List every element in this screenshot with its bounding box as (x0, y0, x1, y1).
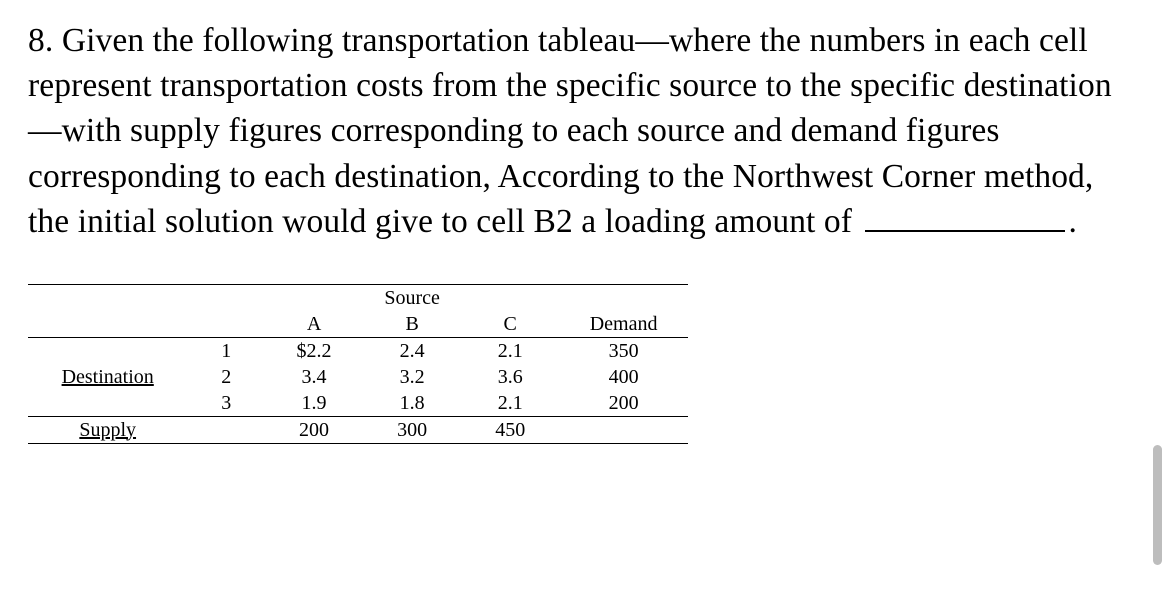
cell-b3: 1.8 (363, 390, 461, 417)
supply-row: Supply 200 300 450 (28, 417, 688, 444)
cell-a2: 3.4 (265, 364, 363, 390)
supply-b: 300 (363, 417, 461, 444)
cell-b2: 3.2 (363, 364, 461, 390)
question-text: 8. Given the following transportation ta… (28, 18, 1142, 244)
tableau-table: Source A B C Demand 1 $2.2 2.4 2.1 350 (28, 284, 688, 444)
supply-label: Supply (28, 417, 187, 444)
table-row: 1 $2.2 2.4 2.1 350 (28, 338, 688, 365)
cell-c3: 2.1 (461, 390, 559, 417)
source-header: Source (363, 285, 461, 312)
page: 8. Given the following transportation ta… (0, 0, 1170, 607)
destination-label: Destination (28, 364, 187, 390)
row-id: 3 (187, 390, 265, 417)
source-header-row: Source (28, 285, 688, 312)
table-row: 3 1.9 1.8 2.1 200 (28, 390, 688, 417)
answer-blank[interactable] (865, 230, 1065, 232)
demand-2: 400 (559, 364, 688, 390)
col-header-c: C (461, 311, 559, 338)
cell-a1: $2.2 (265, 338, 363, 365)
cell-c2: 3.6 (461, 364, 559, 390)
cell-b1: 2.4 (363, 338, 461, 365)
supply-c: 450 (461, 417, 559, 444)
demand-3: 200 (559, 390, 688, 417)
transportation-tableau: Source A B C Demand 1 $2.2 2.4 2.1 350 (28, 284, 688, 444)
cell-c1: 2.1 (461, 338, 559, 365)
col-header-a: A (265, 311, 363, 338)
column-headers-row: A B C Demand (28, 311, 688, 338)
scrollbar-thumb[interactable] (1153, 445, 1162, 565)
col-header-b: B (363, 311, 461, 338)
question-body: Given the following transportation table… (28, 22, 1112, 240)
row-id: 2 (187, 364, 265, 390)
trailing-period: . (1069, 203, 1077, 240)
cell-a3: 1.9 (265, 390, 363, 417)
supply-a: 200 (265, 417, 363, 444)
demand-header: Demand (559, 311, 688, 338)
demand-1: 350 (559, 338, 688, 365)
question-number: 8. (28, 22, 53, 59)
row-id: 1 (187, 338, 265, 365)
table-row: Destination 2 3.4 3.2 3.6 400 (28, 364, 688, 390)
